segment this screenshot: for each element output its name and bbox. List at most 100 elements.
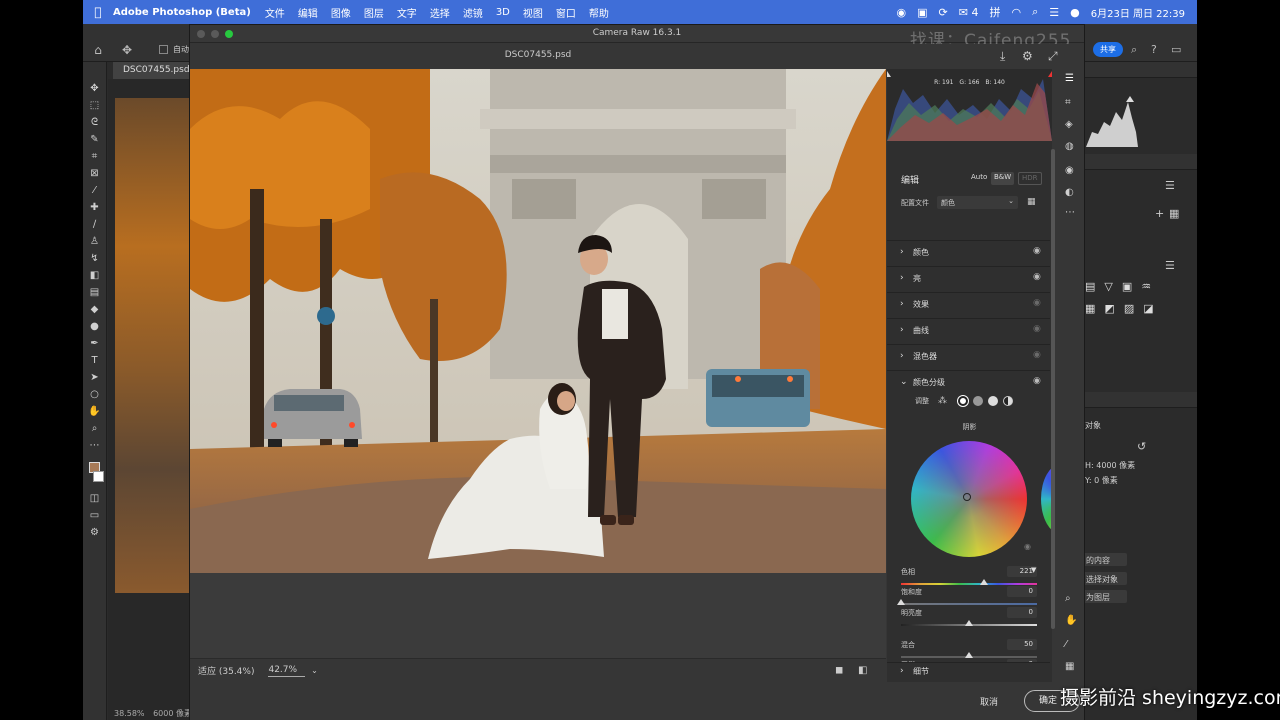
slider-thumb[interactable] bbox=[965, 652, 973, 658]
auto-button[interactable]: Auto bbox=[968, 172, 990, 185]
menu-type[interactable]: 文字 bbox=[397, 5, 417, 20]
menu-3d[interactable]: 3D bbox=[496, 7, 510, 18]
slider-thumb[interactable] bbox=[979, 579, 988, 585]
siri-icon[interactable]: ● bbox=[1070, 6, 1080, 19]
eye-icon[interactable]: ◉ bbox=[1033, 246, 1041, 256]
height-value[interactable]: H: 4000 像素 bbox=[1085, 460, 1135, 471]
select-object-button[interactable]: 选择对象 bbox=[1083, 572, 1127, 585]
slider-track[interactable] bbox=[901, 603, 1037, 605]
curve-icon[interactable]: ♒ bbox=[1141, 280, 1151, 293]
menu-help[interactable]: 帮助 bbox=[589, 5, 609, 20]
blur-tool-icon[interactable]: ◆ bbox=[88, 303, 102, 316]
grid-overlay-icon[interactable]: ▦ bbox=[1065, 661, 1074, 672]
brush-tool-icon[interactable]: ∕ bbox=[88, 218, 102, 231]
to-layer-button[interactable]: 为图层 bbox=[1083, 590, 1127, 603]
red-eye-icon[interactable]: ◉ bbox=[1065, 165, 1074, 176]
eyedropper-tool-icon[interactable]: ⁄ bbox=[88, 184, 102, 197]
home-icon[interactable]: ⌂ bbox=[83, 43, 113, 57]
list-icon[interactable]: ☰ bbox=[1165, 259, 1175, 272]
eye-icon[interactable]: ◉ bbox=[1033, 324, 1041, 334]
edit-sliders-icon[interactable]: ☰ bbox=[1065, 73, 1074, 84]
midtones-wheel-button[interactable] bbox=[973, 396, 983, 406]
slider-thumb[interactable] bbox=[897, 599, 905, 605]
eye-icon[interactable]: ◉ bbox=[1033, 376, 1041, 386]
eraser-icon[interactable]: ◈ bbox=[1065, 119, 1073, 130]
contextual-icon[interactable]: ⚙ bbox=[88, 526, 102, 539]
menu-image[interactable]: 图像 bbox=[331, 5, 351, 20]
section-mixer[interactable]: › 混色器 ◉ bbox=[887, 344, 1050, 368]
zoom-tool-icon[interactable]: ⌕ bbox=[88, 422, 102, 435]
quick-select-tool-icon[interactable]: ✎ bbox=[88, 133, 102, 146]
bw-button[interactable]: B&W bbox=[991, 172, 1015, 185]
section-curve[interactable]: › 曲线 ◉ bbox=[887, 318, 1050, 342]
eye-icon[interactable]: ◉ bbox=[1033, 350, 1041, 360]
screen-mode-icon[interactable]: ▭ bbox=[88, 509, 102, 522]
share-button[interactable]: 共享 bbox=[1093, 42, 1123, 57]
zoom-level[interactable]: 42.7% bbox=[268, 665, 306, 677]
panel-scrollbar[interactable] bbox=[1051, 149, 1055, 629]
slider-value[interactable]: 50 bbox=[1007, 639, 1037, 650]
more-tools-icon[interactable]: ⋯ bbox=[88, 439, 102, 452]
menu-filter[interactable]: 滤镜 bbox=[463, 5, 483, 20]
menu-file[interactable]: 文件 bbox=[265, 5, 285, 20]
type-tool-icon[interactable]: T bbox=[88, 354, 102, 367]
list-icon[interactable]: ☰ bbox=[1165, 179, 1175, 192]
status-app-icon[interactable]: ◉ bbox=[897, 6, 907, 19]
apple-icon[interactable]:  bbox=[83, 5, 113, 19]
save-icon[interactable]: ⤓ bbox=[1000, 49, 1005, 64]
gradient-map-icon[interactable]: ▨ bbox=[1124, 302, 1134, 315]
menu-select[interactable]: 选择 bbox=[430, 5, 450, 20]
menubar-datetime[interactable]: 6月23日 周日 22:39 bbox=[1091, 5, 1185, 20]
app-menu[interactable]: Adobe Photoshop (Beta) bbox=[113, 7, 251, 18]
slider-thumb[interactable] bbox=[965, 620, 973, 626]
profile-browser-icon[interactable]: ▦ bbox=[1027, 197, 1036, 207]
masking-icon[interactable]: ◍ bbox=[1065, 141, 1074, 152]
profile-select[interactable]: 颜色 ⌄ bbox=[937, 196, 1018, 209]
menu-edit[interactable]: 编辑 bbox=[298, 5, 318, 20]
eye-icon[interactable]: ◉ bbox=[1033, 272, 1041, 282]
status-zoom[interactable]: 38.58% bbox=[114, 709, 145, 718]
menu-view[interactable]: 视图 bbox=[523, 5, 543, 20]
hand-icon[interactable]: ✋ bbox=[1065, 615, 1077, 626]
healing-tool-icon[interactable]: ✚ bbox=[88, 201, 102, 214]
three-way-icon[interactable]: ⁂ bbox=[938, 396, 947, 406]
grid-icon[interactable]: ▦ bbox=[1169, 207, 1179, 220]
caret-down-icon[interactable]: ▼ bbox=[1031, 566, 1036, 574]
move-tool-icon[interactable]: ✥ bbox=[88, 82, 102, 95]
mask-icon[interactable]: ◪ bbox=[1143, 302, 1153, 315]
photo-preview[interactable] bbox=[190, 69, 886, 573]
dodge-tool-icon[interactable]: ● bbox=[88, 320, 102, 333]
wheel-handle[interactable] bbox=[963, 493, 971, 501]
settings-icon[interactable]: ⚙ bbox=[1022, 49, 1033, 63]
marquee-tool-icon[interactable]: ⬚ bbox=[88, 99, 102, 112]
content-button[interactable]: 的内容 bbox=[1083, 553, 1127, 566]
wechat-icon[interactable]: ✉ 4 bbox=[959, 6, 979, 19]
eraser-tool-icon[interactable]: ◧ bbox=[88, 269, 102, 282]
luminance-slider[interactable]: 明亮度 0 bbox=[901, 607, 1037, 634]
fit-zoom-option[interactable]: 适应 (35.4%) bbox=[198, 664, 254, 677]
screen-record-icon[interactable]: ▣ bbox=[917, 6, 927, 19]
section-light[interactable]: › 亮 ◉ bbox=[887, 266, 1050, 290]
slider-value[interactable]: 0 bbox=[1007, 607, 1037, 618]
highlights-wheel-button[interactable] bbox=[988, 396, 998, 406]
hdr-button[interactable]: HDR bbox=[1018, 172, 1042, 185]
crop-tool-icon[interactable]: ⌗ bbox=[88, 150, 102, 163]
add-icon[interactable]: + bbox=[1155, 207, 1164, 220]
input-method-icon[interactable]: 拼 bbox=[989, 4, 1000, 20]
slider-value[interactable]: 0 bbox=[1007, 586, 1037, 597]
gradient-tool-icon[interactable]: ▤ bbox=[88, 286, 102, 299]
section-effects[interactable]: › 效果 ◉ bbox=[887, 292, 1050, 316]
image-icon[interactable]: ▣ bbox=[1122, 280, 1132, 293]
global-wheel-button[interactable] bbox=[1003, 396, 1013, 406]
triangle-icon[interactable]: ▽ bbox=[1104, 280, 1112, 293]
section-color-grading[interactable]: ⌄ 颜色分级 ◉ bbox=[887, 370, 1050, 394]
control-center-icon[interactable]: ☰ bbox=[1049, 6, 1059, 19]
search-icon[interactable]: ⌕ bbox=[1131, 43, 1137, 57]
help-icon[interactable]: ? bbox=[1151, 43, 1157, 56]
crop-icon[interactable]: ⌗ bbox=[1065, 97, 1071, 108]
reset-icon[interactable]: ↺ bbox=[1137, 440, 1146, 453]
eye-icon[interactable]: ◉ bbox=[1024, 542, 1031, 551]
move-tool-icon[interactable]: ✥ bbox=[113, 43, 141, 57]
zoom-dropdown-icon[interactable]: ⌄ bbox=[311, 666, 318, 675]
document-tab[interactable]: DSC07455.psd @ bbox=[113, 62, 193, 79]
